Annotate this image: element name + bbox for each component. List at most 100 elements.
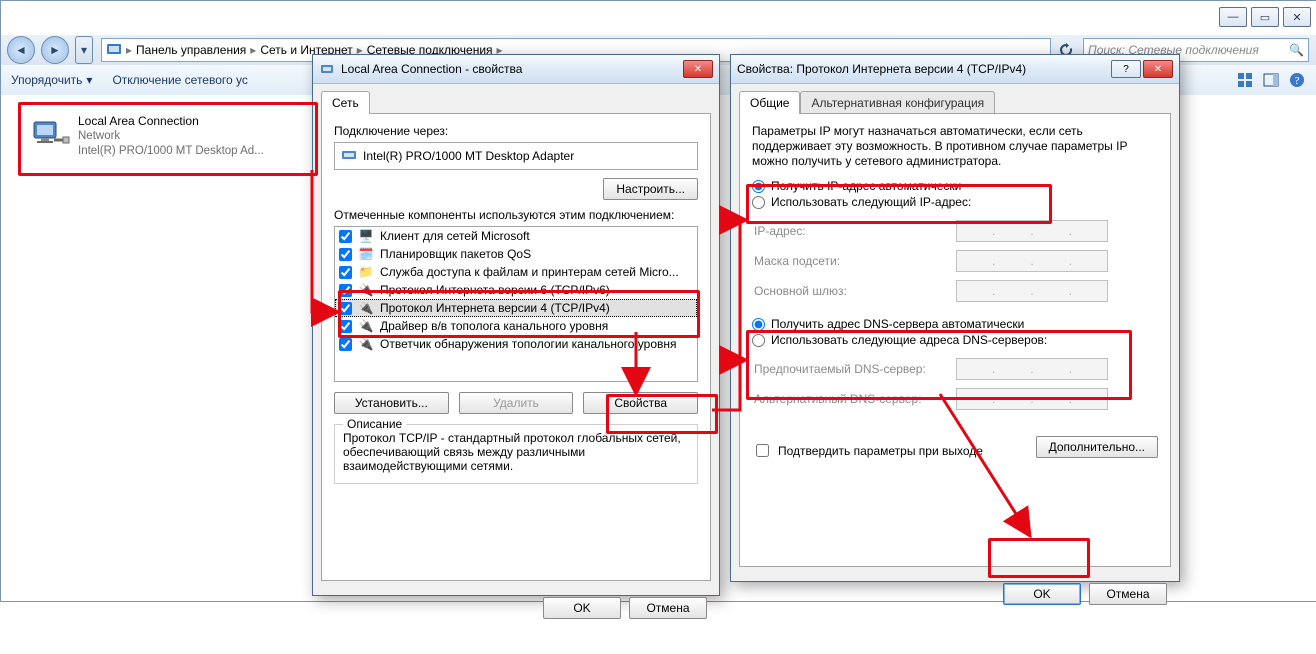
connection-adapter: Intel(R) PRO/1000 MT Desktop Ad... bbox=[78, 144, 264, 159]
list-item[interactable]: 📁Служба доступа к файлам и принтерам сет… bbox=[335, 263, 697, 281]
maximize-button[interactable]: ▭ bbox=[1251, 7, 1279, 27]
ip-fields: IP-адрес: ... Маска подсети: ... Основно… bbox=[752, 215, 1158, 307]
svg-text:?: ? bbox=[1295, 75, 1300, 87]
dialog-help-button[interactable]: ? bbox=[1111, 60, 1141, 78]
connection-name: Local Area Connection bbox=[78, 114, 264, 129]
dialog-titlebar[interactable]: Свойства: Протокол Интернета версии 4 (T… bbox=[731, 55, 1179, 84]
radio-label: Использовать следующий IP-адрес: bbox=[771, 195, 971, 209]
ok-button[interactable]: OK bbox=[1003, 583, 1081, 605]
radio-auto-dns[interactable]: Получить адрес DNS-сервера автоматически bbox=[752, 317, 1158, 331]
chevron-right-icon: ▸ bbox=[126, 43, 132, 57]
client-icon: 🖥️ bbox=[358, 228, 374, 244]
configure-button[interactable]: Настроить... bbox=[603, 178, 698, 200]
connection-status: Network bbox=[78, 129, 264, 144]
install-button[interactable]: Установить... bbox=[334, 392, 449, 414]
minimize-button[interactable]: — bbox=[1219, 7, 1247, 27]
dns-fields: Предпочитаемый DNS-сервер: ... Альтернат… bbox=[752, 353, 1158, 415]
preview-pane-button[interactable] bbox=[1261, 70, 1281, 90]
list-item[interactable]: 🔌 Драйвер в/в тополога канального уровня bbox=[335, 317, 697, 335]
gateway-input: ... bbox=[956, 280, 1108, 302]
radio-input[interactable] bbox=[752, 318, 765, 331]
components-list[interactable]: 🖥️ Клиент для сетей Microsoft 🗓️ Планировщ… bbox=[334, 226, 698, 382]
description-text: Протокол TCP/IP - стандартный протокол г… bbox=[343, 431, 689, 473]
tab-network[interactable]: Сеть bbox=[321, 91, 370, 114]
list-item[interactable]: 🗓️ Планировщик пакетов QoS bbox=[335, 245, 697, 263]
view-options-button[interactable] bbox=[1235, 70, 1255, 90]
description-group: Описание Протокол TCP/IP - стандартный п… bbox=[334, 424, 698, 484]
subnet-mask-input: ... bbox=[956, 250, 1108, 272]
service-icon: 📁 bbox=[358, 264, 374, 280]
radio-input[interactable] bbox=[752, 180, 765, 193]
radio-input[interactable] bbox=[752, 196, 765, 209]
list-item[interactable]: 🖥️ Клиент для сетей Microsoft bbox=[335, 227, 697, 245]
nav-back-button[interactable]: ◄ bbox=[7, 36, 35, 64]
chevron-right-icon: ▸ bbox=[250, 43, 256, 57]
adapter-icon bbox=[341, 147, 357, 166]
radio-auto-ip[interactable]: Получить IP-адрес автоматически bbox=[752, 179, 1158, 193]
advanced-button[interactable]: Дополнительно... bbox=[1036, 436, 1158, 458]
connection-tile[interactable]: Local Area Connection Network Intel(R) P… bbox=[24, 108, 318, 178]
properties-button[interactable]: Свойства bbox=[583, 392, 698, 414]
list-item[interactable]: 🔌 Протокол Интернета версии 6 (TCP/IPv6) bbox=[335, 281, 697, 299]
component-checkbox[interactable] bbox=[339, 284, 352, 297]
components-label: Отмеченные компоненты используются этим … bbox=[334, 208, 698, 222]
component-checkbox[interactable] bbox=[339, 248, 352, 261]
alternate-dns-input: ... bbox=[956, 388, 1108, 410]
dialog-titlebar[interactable]: Local Area Connection - свойства ✕ bbox=[313, 55, 719, 84]
ipv4-properties-dialog: Свойства: Протокол Интернета версии 4 (T… bbox=[730, 54, 1180, 582]
label-mask: Маска подсети: bbox=[754, 247, 954, 275]
close-button[interactable]: ✕ bbox=[1283, 7, 1311, 27]
window-controls: — ▭ ✕ bbox=[1219, 7, 1311, 27]
remove-button: Удалить bbox=[459, 392, 574, 414]
component-checkbox[interactable] bbox=[339, 302, 352, 315]
disable-adapter-action[interactable]: Отключение сетевого ус bbox=[112, 73, 247, 87]
ip-address-input: ... bbox=[956, 220, 1108, 242]
disable-label: Отключение сетевого ус bbox=[112, 73, 247, 87]
dialog-close-button[interactable]: ✕ bbox=[1143, 60, 1173, 78]
cancel-button[interactable]: Отмена bbox=[629, 597, 707, 619]
dialog-title: Свойства: Протокол Интернета версии 4 (T… bbox=[737, 62, 1026, 76]
list-item-selected[interactable]: 🔌 Протокол Интернета версии 4 (TCP/IPv4) bbox=[335, 299, 697, 317]
component-label: Протокол Интернета версии 6 (TCP/IPv6) bbox=[380, 283, 610, 297]
organize-label: Упорядочить bbox=[11, 73, 82, 87]
protocol-icon: 🔌 bbox=[358, 300, 374, 316]
label-gateway: Основной шлюз: bbox=[754, 277, 954, 305]
protocol-icon: 🔌 bbox=[358, 282, 374, 298]
service-icon: 🗓️ bbox=[358, 246, 374, 262]
component-checkbox[interactable] bbox=[339, 230, 352, 243]
breadcrumb-root-icon bbox=[106, 41, 122, 60]
component-label: Клиент для сетей Microsoft bbox=[380, 229, 530, 243]
radio-label: Использовать следующие адреса DNS-сервер… bbox=[771, 333, 1047, 347]
radio-label: Получить адрес DNS-сервера автоматически bbox=[771, 317, 1024, 331]
checkbox-label: Подтвердить параметры при выходе bbox=[778, 444, 983, 458]
search-icon: 🔍 bbox=[1289, 43, 1304, 57]
checkbox-input[interactable] bbox=[756, 444, 769, 457]
tab-general[interactable]: Общие bbox=[739, 91, 800, 114]
component-checkbox[interactable] bbox=[339, 338, 352, 351]
label-dns1: Предпочитаемый DNS-сервер: bbox=[754, 355, 954, 383]
dialog-close-button[interactable]: ✕ bbox=[683, 60, 713, 78]
help-button[interactable]: ? bbox=[1287, 70, 1307, 90]
list-item[interactable]: 🔌Ответчик обнаружения топологии канально… bbox=[335, 335, 697, 353]
nav-forward-button[interactable]: ► bbox=[41, 36, 69, 64]
component-label: Ответчик обнаружения топологии канальног… bbox=[380, 337, 677, 351]
breadcrumb-item[interactable]: Панель управления bbox=[136, 43, 246, 57]
component-checkbox[interactable] bbox=[339, 266, 352, 279]
description-legend: Описание bbox=[343, 417, 406, 431]
cancel-button[interactable]: Отмена bbox=[1089, 583, 1167, 605]
component-label: Драйвер в/в тополога канального уровня bbox=[380, 319, 608, 333]
radio-manual-ip[interactable]: Использовать следующий IP-адрес: bbox=[752, 195, 1158, 209]
radio-manual-dns[interactable]: Использовать следующие адреса DNS-сервер… bbox=[752, 333, 1158, 347]
validate-on-exit-checkbox[interactable]: Подтвердить параметры при выходе bbox=[752, 441, 983, 460]
ok-button[interactable]: OK bbox=[543, 597, 621, 619]
nav-history-button[interactable]: ▾ bbox=[75, 36, 93, 64]
radio-input[interactable] bbox=[752, 334, 765, 347]
component-label: Планировщик пакетов QoS bbox=[380, 247, 531, 261]
organize-menu[interactable]: Упорядочить ▾ bbox=[11, 73, 92, 87]
component-label: Протокол Интернета версии 4 (TCP/IPv4) bbox=[380, 301, 610, 315]
tab-alternate-config[interactable]: Альтернативная конфигурация bbox=[800, 91, 995, 114]
dialog-title: Local Area Connection - свойства bbox=[341, 62, 522, 76]
component-checkbox[interactable] bbox=[339, 320, 352, 333]
protocol-icon: 🔌 bbox=[358, 318, 374, 334]
network-adapter-icon bbox=[30, 114, 70, 154]
